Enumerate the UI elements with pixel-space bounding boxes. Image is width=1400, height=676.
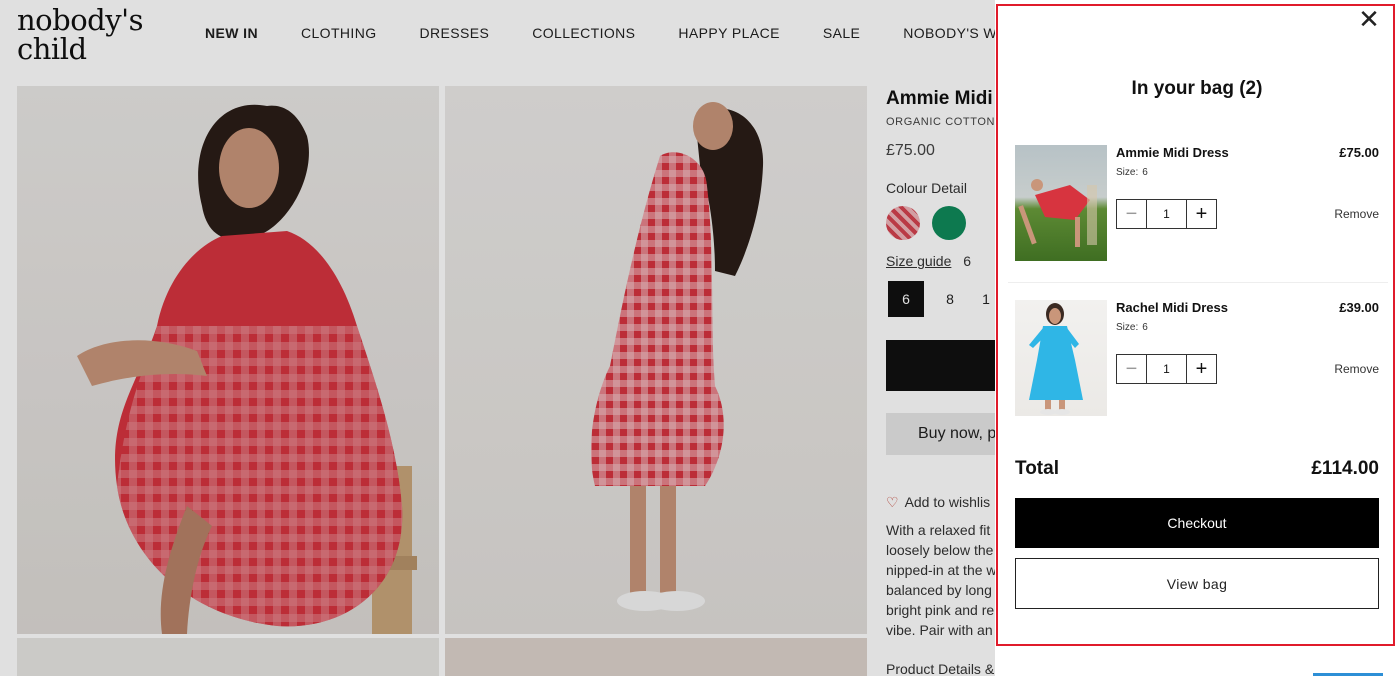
brand-logo[interactable]: nobody's child	[17, 6, 143, 64]
product-details-accordion[interactable]: Product Details &	[886, 661, 994, 676]
total-value: £114.00	[1311, 458, 1379, 479]
add-to-wishlist[interactable]: ♡ Add to wishlis	[886, 494, 996, 511]
bag-item: Ammie Midi Dress Size: 6 £75.00 − 1 + Rem…	[1015, 145, 1379, 275]
remove-item-button[interactable]: Remove	[1334, 207, 1379, 221]
thumbnail-ammie-dress	[1018, 179, 1097, 247]
model-standing-illustration	[590, 102, 764, 611]
product-subtitle: ORGANIC COTTON	[886, 116, 996, 128]
nav-item-sale[interactable]: SALE	[823, 25, 860, 41]
add-to-bag-button[interactable]	[886, 340, 1001, 391]
bag-item: Rachel Midi Dress Size: 6 £39.00 − 1 + Re…	[1015, 300, 1379, 430]
size-guide: Size guide 6	[886, 253, 971, 269]
close-icon[interactable]: ✕	[1357, 6, 1381, 32]
item-size-value: 6	[1142, 322, 1148, 333]
product-price: £75.00	[886, 142, 935, 159]
colour-swatch-red-gingham[interactable]	[886, 206, 920, 240]
item-size: Size: 6	[1116, 167, 1148, 178]
product-image-4[interactable]	[445, 638, 867, 676]
bag-title: In your bag (2)	[1131, 78, 1263, 99]
selected-size-value: 6	[963, 253, 972, 269]
quantity-stepper: − 1 +	[1116, 199, 1217, 229]
increase-quantity-button[interactable]: +	[1186, 200, 1216, 228]
quantity-value[interactable]: 1	[1147, 355, 1186, 383]
item-size: Size: 6	[1116, 322, 1148, 333]
item-size-label: Size:	[1116, 322, 1139, 333]
logo-line-2: child	[17, 32, 87, 66]
heart-icon: ♡	[886, 494, 899, 510]
wishlist-label: Add to wishlis	[904, 494, 991, 510]
item-size-label: Size:	[1116, 167, 1139, 178]
item-divider	[1008, 282, 1388, 283]
quantity-stepper: − 1 +	[1116, 354, 1217, 384]
item-thumbnail[interactable]	[1015, 145, 1107, 261]
colour-label: Colour Detail	[886, 180, 967, 196]
logo-line-1: nobody's	[17, 3, 143, 37]
remove-item-button[interactable]: Remove	[1334, 362, 1379, 376]
product-image-1[interactable]	[17, 86, 439, 634]
checkout-button[interactable]: Checkout	[1015, 498, 1379, 548]
main-nav: NEW IN CLOTHING DRESSES COLLECTIONS HAPP…	[205, 25, 1081, 41]
product-title: Ammie Midi	[886, 88, 993, 109]
item-size-value: 6	[1142, 167, 1148, 178]
product-description: With a relaxed fit loosely below the nip…	[886, 520, 996, 640]
description-line: balanced by long	[886, 582, 992, 598]
quantity-value[interactable]: 1	[1147, 200, 1186, 228]
description-line: loosely below the	[886, 542, 994, 558]
description-line: nipped-in at the w	[886, 562, 996, 578]
size-option-10[interactable]: 1	[976, 281, 996, 317]
description-line: vibe. Pair with an	[886, 622, 993, 638]
decrease-quantity-button[interactable]: −	[1117, 355, 1147, 383]
nav-item-happy-place[interactable]: HAPPY PLACE	[678, 25, 779, 41]
thumbnail-rachel-dress	[1029, 303, 1083, 415]
model-seated-illustration	[77, 104, 417, 634]
nav-item-clothing[interactable]: CLOTHING	[301, 25, 377, 41]
item-name[interactable]: Ammie Midi Dress	[1116, 145, 1229, 160]
item-thumbnail[interactable]	[1015, 300, 1107, 416]
colour-swatch-green[interactable]	[932, 206, 966, 240]
product-image-3[interactable]	[17, 638, 439, 676]
product-image-2[interactable]	[445, 86, 867, 634]
decrease-quantity-button[interactable]: −	[1117, 200, 1147, 228]
nav-item-dresses[interactable]: DRESSES	[420, 25, 490, 41]
nav-item-collections[interactable]: COLLECTIONS	[532, 25, 635, 41]
product-title-wrap: Ammie Midi	[886, 88, 1006, 110]
item-price: £39.00	[1339, 300, 1379, 315]
size-option-8[interactable]: 8	[932, 281, 968, 317]
increase-quantity-button[interactable]: +	[1186, 355, 1216, 383]
item-name[interactable]: Rachel Midi Dress	[1116, 300, 1228, 315]
view-bag-button[interactable]: View bag	[1015, 558, 1379, 609]
nav-item-new-in[interactable]: NEW IN	[205, 25, 258, 41]
size-guide-link[interactable]: Size guide	[886, 253, 951, 269]
size-option-6[interactable]: 6	[888, 281, 924, 317]
description-line: With a relaxed fit	[886, 522, 991, 538]
buy-now-button[interactable]: Buy now, p	[886, 413, 1001, 455]
description-line: bright pink and re	[886, 602, 995, 618]
item-price: £75.00	[1339, 145, 1379, 160]
